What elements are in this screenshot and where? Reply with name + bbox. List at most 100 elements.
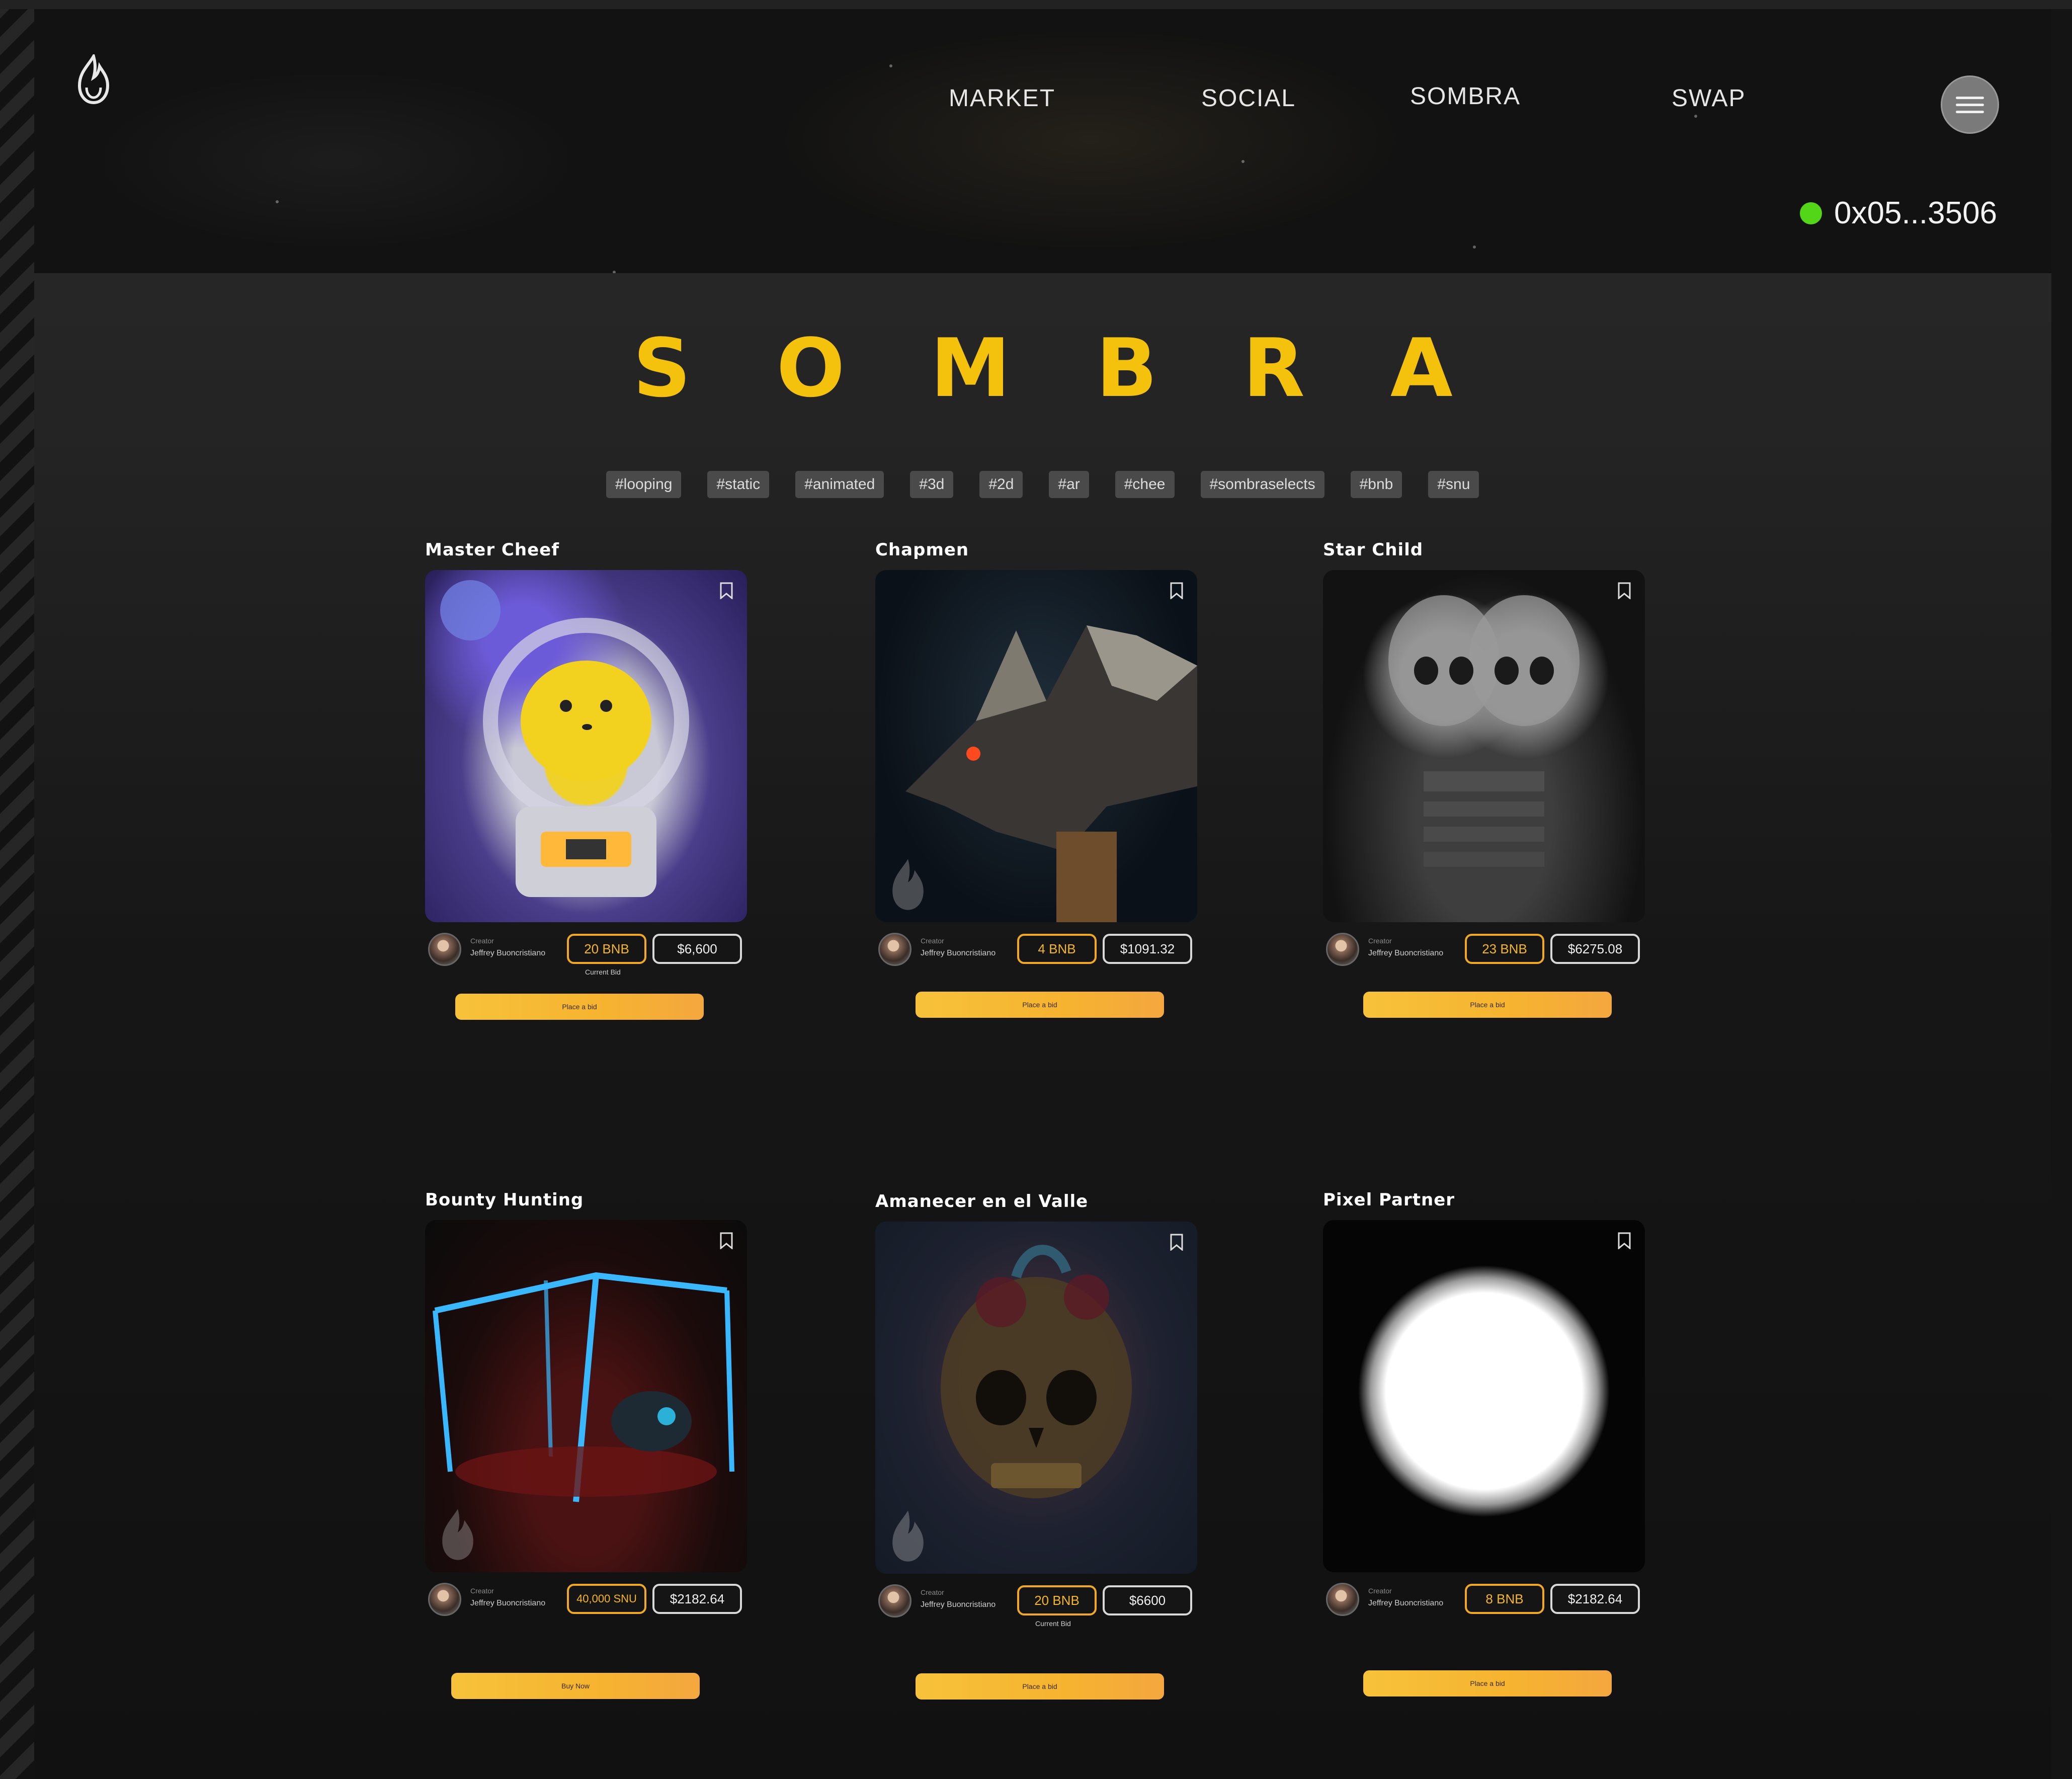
- price-token: 20 BNB: [1017, 1585, 1097, 1615]
- page-frame: MARKET SOCIAL SOMBRA SWAP 0x05...3506 SO…: [34, 9, 2051, 1779]
- menu-line: [1956, 110, 1984, 113]
- creator-label: Creator: [470, 1587, 494, 1595]
- tag-looping[interactable]: #looping: [606, 471, 682, 498]
- creator-label: Creator: [470, 937, 494, 945]
- card-title: Star Child: [1323, 540, 1424, 560]
- current-bid-label: Current Bid: [585, 968, 621, 976]
- nav-sombra[interactable]: SOMBRA: [1410, 83, 1521, 110]
- tag-bnb[interactable]: #bnb: [1350, 471, 1402, 498]
- header-star: [1241, 160, 1245, 163]
- site-header: MARKET SOCIAL SOMBRA SWAP 0x05...3506: [34, 9, 2051, 273]
- top-strip: [0, 0, 2072, 9]
- wallet-address: 0x05...3506: [1834, 196, 1998, 230]
- bookmark-icon[interactable]: [720, 1232, 733, 1249]
- price-token: 40,000 SNU: [567, 1584, 646, 1614]
- astronaut-illustration: [440, 580, 689, 897]
- menu-line: [1956, 96, 1984, 99]
- nft-card[interactable]: Star Child Creator Jeffrey Buoncristiano…: [1323, 540, 1645, 1018]
- buy-now-button[interactable]: Buy Now: [451, 1673, 700, 1699]
- price-usd: $6600: [1103, 1585, 1192, 1615]
- header-star: [889, 64, 892, 67]
- tag-sombraselects[interactable]: #sombraselects: [1200, 471, 1324, 498]
- current-bid-label: Current Bid: [1035, 1620, 1071, 1628]
- nft-artwork[interactable]: [425, 570, 747, 922]
- place-bid-button[interactable]: Place a bid: [455, 994, 704, 1020]
- glowing-moon-illustration: [1358, 1265, 1610, 1517]
- header-star: [613, 271, 616, 273]
- nft-card[interactable]: Pixel Partner Creator Jeffrey Buoncristi…: [1323, 1190, 1645, 1696]
- nft-card[interactable]: Chapmen Creator Jeffrey Buoncristiano 4 …: [875, 540, 1197, 1018]
- flame-logo-icon[interactable]: [73, 54, 114, 105]
- place-bid-button[interactable]: Place a bid: [916, 1673, 1164, 1700]
- card-title: Bounty Hunting: [425, 1190, 584, 1210]
- creator-name[interactable]: Jeffrey Buoncristiano: [470, 949, 545, 958]
- nft-artwork[interactable]: [875, 1222, 1197, 1574]
- creator-name[interactable]: Jeffrey Buoncristiano: [921, 1600, 996, 1609]
- card-meta: Creator Jeffrey Buoncristiano 20 BNB $66…: [875, 1581, 1197, 1628]
- nav-market[interactable]: MARKET: [949, 85, 1055, 112]
- place-bid-button[interactable]: Place a bid: [1363, 1670, 1612, 1696]
- tag-snu[interactable]: #snu: [1428, 471, 1479, 498]
- menu-line: [1956, 103, 1984, 106]
- creator-label: Creator: [921, 1588, 944, 1596]
- nft-artwork[interactable]: [425, 1220, 747, 1572]
- bookmark-icon[interactable]: [1618, 1232, 1631, 1249]
- price-token: 4 BNB: [1017, 934, 1097, 964]
- card-meta: Creator Jeffrey Buoncristiano 23 BNB $62…: [1323, 930, 1645, 970]
- price-token: 20 BNB: [567, 934, 646, 964]
- place-bid-button[interactable]: Place a bid: [916, 992, 1164, 1018]
- price-token: 23 BNB: [1465, 934, 1544, 964]
- bookmark-icon[interactable]: [1618, 582, 1631, 599]
- creator-name[interactable]: Jeffrey Buoncristiano: [470, 1599, 545, 1608]
- flame-watermark-icon: [892, 1510, 924, 1562]
- page-title: SOMBRA: [633, 321, 1538, 415]
- creator-avatar[interactable]: [428, 933, 461, 966]
- nft-card[interactable]: Amanecer en el Valle Creator Jeffrey Buo…: [875, 1191, 1197, 1700]
- tag-ar[interactable]: #ar: [1049, 471, 1089, 498]
- creator-label: Creator: [1368, 1587, 1392, 1595]
- creator-name[interactable]: Jeffrey Buoncristiano: [1368, 949, 1443, 958]
- card-title: Amanecer en el Valle: [875, 1191, 1089, 1211]
- price-usd: $2182.64: [1550, 1584, 1640, 1614]
- creator-label: Creator: [921, 937, 944, 945]
- header-star: [1473, 246, 1476, 249]
- nft-artwork[interactable]: [1323, 570, 1645, 922]
- nav-social[interactable]: SOCIAL: [1201, 85, 1296, 112]
- creator-avatar[interactable]: [428, 1583, 461, 1616]
- flame-watermark-icon: [892, 859, 924, 910]
- wallet-status-dot: [1800, 202, 1822, 224]
- bookmark-icon[interactable]: [1170, 1234, 1183, 1251]
- wallet-connection[interactable]: 0x05...3506: [1800, 195, 1997, 231]
- tag-chee[interactable]: #chee: [1115, 471, 1175, 498]
- nft-artwork[interactable]: [875, 570, 1197, 922]
- creator-avatar[interactable]: [1326, 933, 1359, 966]
- flame-watermark-icon: [442, 1509, 473, 1560]
- price-token: 8 BNB: [1465, 1584, 1544, 1614]
- creator-avatar[interactable]: [878, 933, 911, 966]
- creator-label: Creator: [1368, 937, 1392, 945]
- tag-2d[interactable]: #2d: [979, 471, 1023, 498]
- tag-filter-bar: #looping #static #animated #3d #2d #ar #…: [606, 471, 1479, 498]
- card-meta: Creator Jeffrey Buoncristiano 4 BNB $109…: [875, 930, 1197, 970]
- tag-animated[interactable]: #animated: [795, 471, 884, 498]
- price-usd: $6,600: [652, 934, 742, 964]
- nav-swap[interactable]: SWAP: [1672, 85, 1746, 112]
- card-meta: Creator Jeffrey Buoncristiano 40,000 SNU…: [425, 1580, 747, 1620]
- nft-card[interactable]: Bounty Hunting Creator Jeffrey Buoncrist…: [425, 1190, 747, 1699]
- bookmark-icon[interactable]: [720, 582, 733, 599]
- nft-card[interactable]: Master Cheef Creator Jeffrey Buoncristia…: [425, 540, 747, 1020]
- card-title: Chapmen: [875, 540, 969, 560]
- place-bid-button[interactable]: Place a bid: [1363, 992, 1612, 1018]
- creator-avatar[interactable]: [1326, 1583, 1359, 1616]
- twin-skeleton-illustration: [1388, 595, 1580, 867]
- creator-name[interactable]: Jeffrey Buoncristiano: [1368, 1599, 1443, 1608]
- bookmark-icon[interactable]: [1170, 582, 1183, 599]
- tag-static[interactable]: #static: [707, 471, 770, 498]
- price-usd: $2182.64: [652, 1584, 742, 1614]
- creator-avatar[interactable]: [878, 1584, 911, 1618]
- price-usd: $6275.08: [1550, 934, 1640, 964]
- tag-3d[interactable]: #3d: [910, 471, 954, 498]
- creator-name[interactable]: Jeffrey Buoncristiano: [921, 949, 996, 958]
- nft-artwork[interactable]: [1323, 1220, 1645, 1572]
- hamburger-menu-icon[interactable]: [1941, 75, 1999, 134]
